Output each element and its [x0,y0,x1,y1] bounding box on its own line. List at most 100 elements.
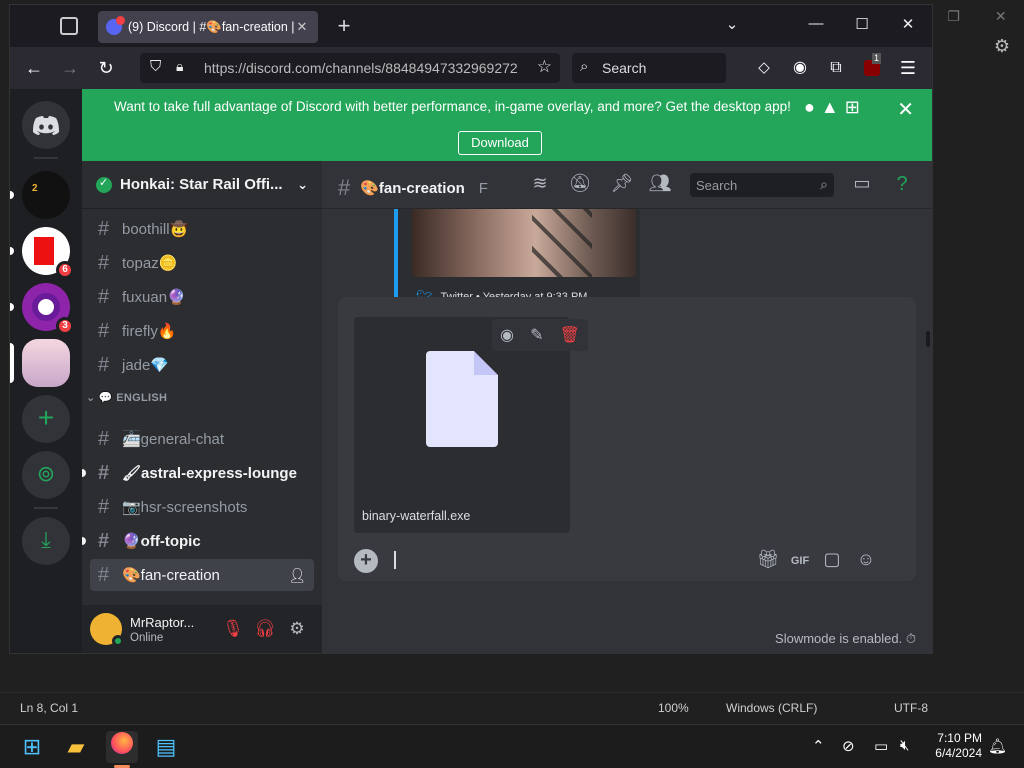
upload-plus-icon[interactable]: + [354,549,378,573]
embed-image[interactable] [412,209,636,277]
channel-label: firefly🔥 [122,323,177,340]
edit-pencil-icon[interactable]: ✎ [530,325,543,345]
channel-topic[interactable]: F [479,180,488,197]
ublock-icon[interactable]: 1 [860,53,884,79]
avatar[interactable] [90,613,124,647]
category-english[interactable]: ⌄ 💬 ENGLISH [86,391,167,404]
hash-icon: # [98,563,110,586]
channel-firefly[interactable]: # firefly🔥 [90,315,314,347]
channel-general-chat[interactable]: # 🚈general-chat [90,423,314,455]
channel-boothill[interactable]: # boothill🤠 [90,213,314,245]
url-bar[interactable]: ⛉ 🔒︎ https://discord.com/channels/884849… [140,53,560,83]
sticker-icon[interactable]: ▢ [820,549,844,573]
lock-icon[interactable]: 🔒︎ [176,58,183,75]
channel-astral-express-lounge[interactable]: # 🖌astral-express-lounge [82,457,314,489]
extensions-icon[interactable]: ⧉ [824,57,848,79]
close-icon[interactable]: ✕ [995,8,1007,25]
minimize-icon[interactable]: — [804,15,828,32]
chevron-up-icon[interactable]: ⌃ [812,737,825,755]
channel-label: boothill🤠 [122,221,189,238]
server-header[interactable]: Honkai: Star Rail Offi... ⌄ [82,161,322,209]
android-icon: ▲ [820,97,839,117]
guild-hsr-fan-server[interactable]: 2 [10,171,70,219]
channel-jade[interactable]: # jade💎 [90,349,314,381]
notification-bell-icon[interactable]: 🔔︎ [988,737,1007,755]
threads-icon[interactable]: ≋ [528,173,552,197]
channel-fan-creation[interactable]: # 🎨fan-creation 👤︎ [90,559,314,591]
pinned-messages-icon[interactable]: 📌︎ [610,173,634,197]
channel-fuxuan[interactable]: # fuxuan🔮 [90,281,314,313]
message-input[interactable] [394,551,396,569]
inbox-icon[interactable]: ▭ [850,173,874,197]
username[interactable]: MrRaptor... [130,615,194,630]
delete-trash-icon[interactable]: 🗑︎ [560,325,580,345]
windows-start-icon[interactable]: ⊞ [16,731,48,763]
chat-search-input[interactable]: Search ⌕ [690,173,834,197]
maximize-icon[interactable]: ☐ [850,15,874,33]
mic-muted-icon[interactable]: 🎙︎ [222,619,244,641]
back-icon[interactable]: ← [22,57,46,79]
menu-icon[interactable]: ☰ [896,57,920,79]
spoiler-eye-icon[interactable]: ◉ [500,325,514,345]
guild-movie-server[interactable]: 3 [10,283,74,335]
list-all-tabs-icon[interactable]: ⌄ [720,15,744,33]
settings-gear-icon[interactable]: ⚙ [990,36,1014,60]
restore-icon[interactable]: ❐ [947,8,960,25]
download-apps-icon[interactable]: ⤓ [22,517,70,565]
clock-time: 7:10 PM [937,731,982,745]
volume-muted-icon[interactable]: 🔇︎ [900,737,909,754]
chat-header: # 🎨fan-creation F ≋ 🔕︎ 📌︎ 👥︎ Search ⌕ ▭ … [322,161,932,209]
clock-date: 6/4/2024 [935,746,982,760]
add-server-icon[interactable]: + [22,395,70,443]
chevron-down-icon: ⌄ [297,176,308,192]
download-button[interactable]: Download [458,131,542,155]
display-icon[interactable]: ▭ [874,737,888,755]
url-text[interactable]: https://discord.com/channels/88484947332… [204,60,524,76]
bookmark-star-icon[interactable]: ☆ [537,57,552,77]
discord-home-button[interactable] [22,101,70,149]
deafened-icon[interactable]: 🎧︎ [254,619,276,641]
user-settings-gear-icon[interactable]: ⚙ [286,619,308,641]
channel-hsr-screenshots[interactable]: # 📷hsr-screenshots [90,491,314,523]
banner-text: Want to take full advantage of Discord w… [114,99,791,114]
help-icon[interactable]: ? [890,173,914,197]
hash-icon: # [98,251,110,274]
gift-icon[interactable]: 🎁︎ [756,549,780,573]
channel-label: 🖌astral-express-lounge [122,465,297,482]
discord-logo-icon [33,116,59,135]
tab-discord[interactable]: (9) Discord | #🎨fan-creation | ✕ [98,11,318,43]
member-list-icon[interactable]: 👥︎ [648,173,672,197]
channel-off-topic[interactable]: # 🔮off-topic [82,525,314,557]
scrollbar[interactable] [926,331,930,347]
channel-topaz[interactable]: # topaz🪙 [90,247,314,279]
search-icon: ⌕ [820,176,828,192]
pocket-icon[interactable]: ◇ [752,57,776,79]
extension-badge: 1 [872,53,882,64]
clock[interactable]: 7:10 PM 6/4/2024 [935,731,982,761]
gif-icon[interactable]: GIF [788,549,812,573]
banner-close-icon[interactable]: ✕ [897,97,914,122]
channel-title: # 🎨fan-creation F [338,175,488,201]
account-icon[interactable]: ◉ [788,57,812,79]
file-explorer-icon[interactable]: ▰ [60,731,92,763]
guild-red-server[interactable]: 6 [10,227,74,279]
network-off-icon[interactable]: ⊘ [842,737,855,755]
discord-app: 2 6 3 + ⊚ ⤓ Want to take full advantage … [10,89,932,653]
new-tab-icon[interactable]: + [330,13,358,39]
tab-list-icon[interactable] [60,17,78,35]
slowmode-notice: Slowmode is enabled. ⏱︎ [775,631,916,647]
search-input[interactable]: ⌕ Search [572,53,726,83]
shield-icon[interactable]: ⛉ [150,58,161,75]
notepad-titlebar: ❐ ✕ [930,0,1024,32]
reload-icon[interactable]: ↻ [94,57,118,79]
add-member-icon[interactable]: 👤︎ [288,567,306,584]
explore-servers-icon[interactable]: ⊚ [22,451,70,499]
guild-honkai-star-rail[interactable] [10,339,70,387]
firefox-icon[interactable] [106,731,138,763]
close-window-icon[interactable]: ✕ [896,15,920,33]
notification-muted-icon[interactable]: 🔕︎ [568,173,592,197]
notepad-icon[interactable]: ▤ [150,731,182,763]
tab-close-icon[interactable]: ✕ [294,19,310,35]
forward-icon[interactable]: → [58,57,82,79]
emoji-icon[interactable]: ☺ [854,549,878,573]
